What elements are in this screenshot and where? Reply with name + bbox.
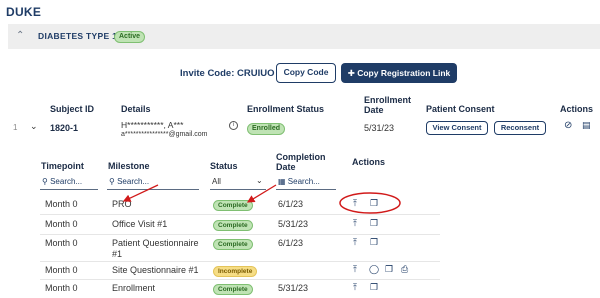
annotation-overlay [122,184,401,214]
annotation-arrow [122,184,159,202]
annotation-ellipse [339,192,401,214]
annotation-arrow [246,184,277,203]
